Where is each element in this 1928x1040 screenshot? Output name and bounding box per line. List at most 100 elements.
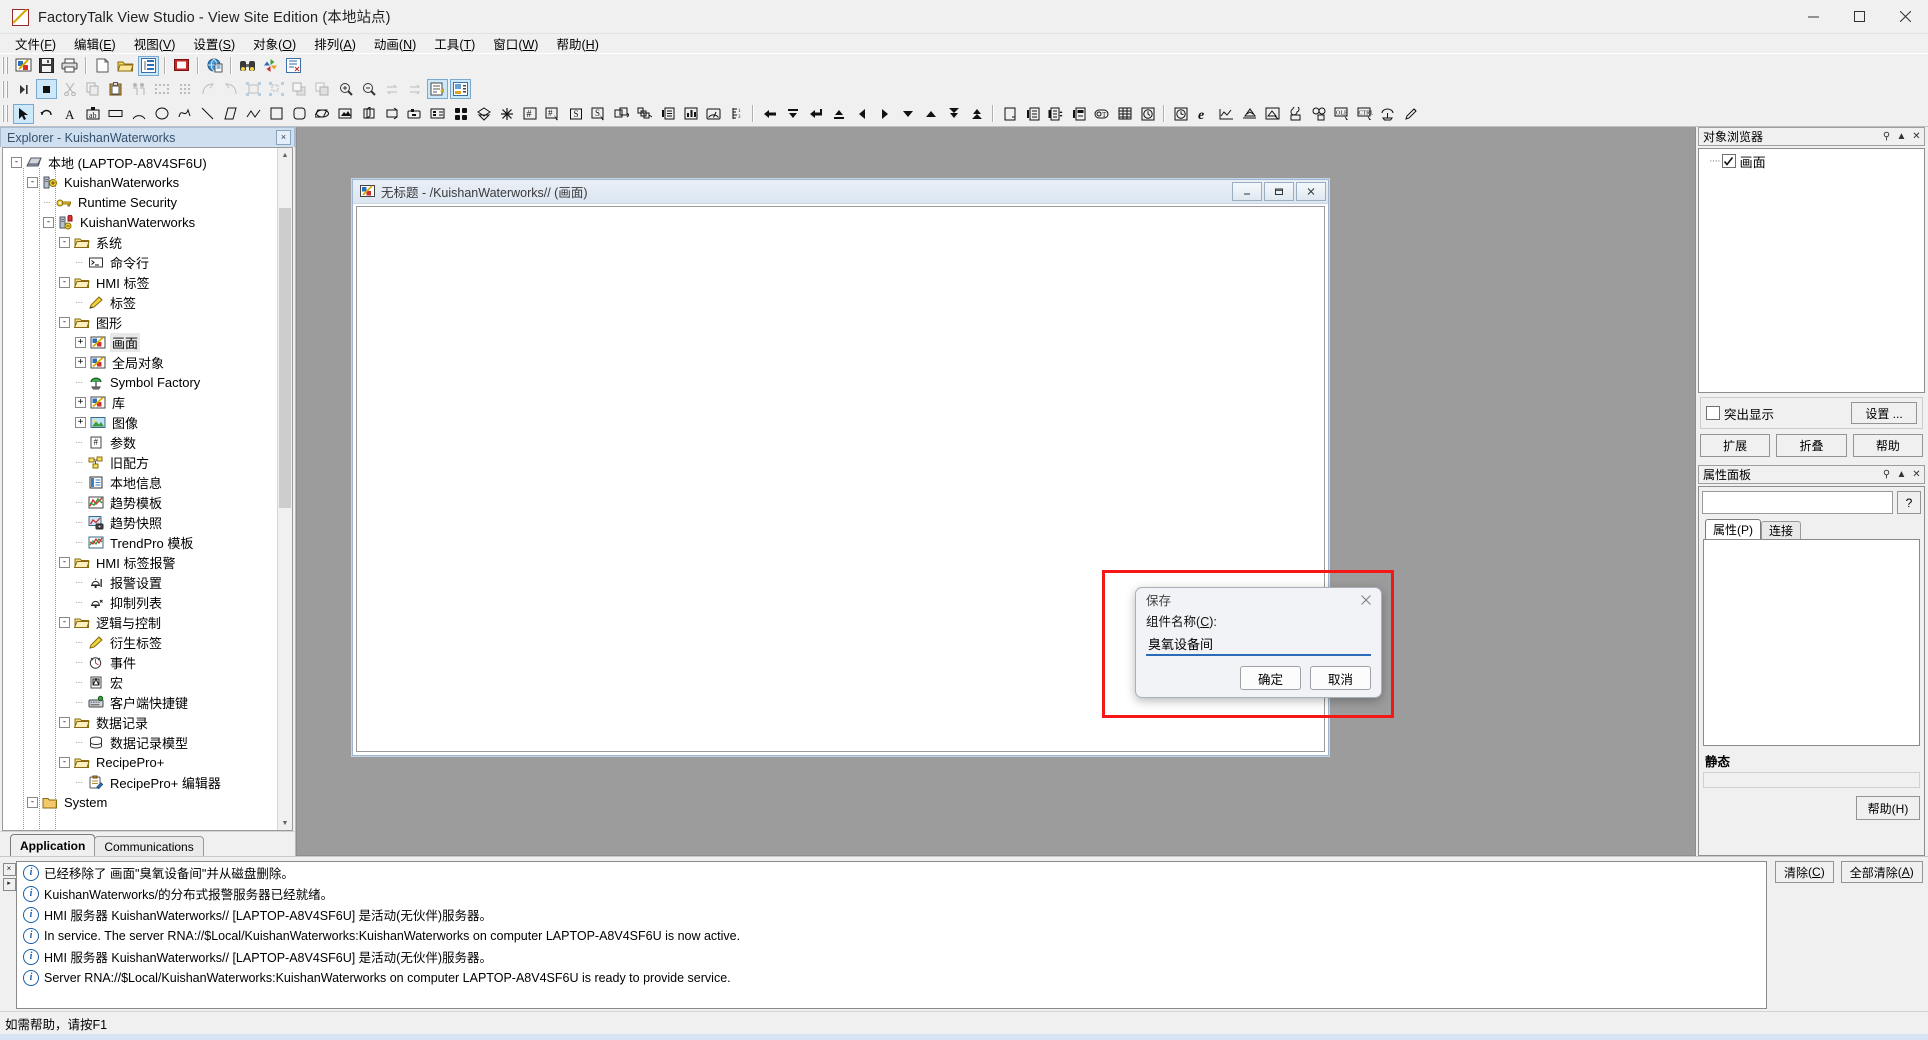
explorer-scrollbar[interactable]: ▲ ▼ [277, 148, 292, 830]
square-icon[interactable] [266, 104, 287, 124]
tree-node-33[interactable]: - System [3, 792, 292, 812]
pencil-icon[interactable] [1400, 104, 1421, 124]
document-restore-button[interactable] [1264, 182, 1294, 201]
open-folder-icon[interactable] [115, 56, 136, 76]
panel-icon[interactable] [358, 104, 379, 124]
tree-expander[interactable]: - [59, 616, 70, 628]
collapse-icon[interactable]: ▲ [1894, 467, 1909, 482]
paste-icon[interactable] [105, 79, 126, 99]
message-scroll-button[interactable]: ▸ [2, 878, 16, 891]
highlight-checkbox-row[interactable]: 突出显示 [1706, 404, 1851, 423]
alarm-summary-icon[interactable] [1262, 104, 1283, 124]
tree-node-16[interactable]: ··· 旧配方 [3, 452, 292, 472]
ellipse-icon[interactable] [151, 104, 172, 124]
scale-icon[interactable]: 13 [726, 104, 747, 124]
object-explorer-tree[interactable]: ···· 画面 [1698, 148, 1925, 393]
message-row[interactable]: i HMI 服务器 KuishanWaterworks// [LAPTOP-A8V… [17, 904, 1766, 925]
internet-explorer-icon[interactable]: e [1193, 104, 1214, 124]
scroll-down-arrow[interactable]: ▼ [278, 816, 292, 830]
clock-icon[interactable] [1137, 104, 1158, 124]
web-globe-icon[interactable] [204, 56, 225, 76]
diagnostics-icon[interactable] [283, 56, 304, 76]
tree-node-25[interactable]: ··· 衍生标签 [3, 632, 292, 652]
numeric-input-cursor-icon[interactable]: # [542, 104, 563, 124]
close-icon[interactable]: ✕ [1909, 129, 1924, 144]
oval-icon[interactable] [312, 104, 333, 124]
property-help-button[interactable]: 帮助(H) [1856, 796, 1920, 820]
diamond-valve-icon[interactable] [473, 104, 494, 124]
recipe-icon[interactable] [1285, 104, 1306, 124]
tree-expander[interactable]: - [59, 556, 70, 568]
save-icon[interactable] [36, 56, 57, 76]
gauge-icon[interactable] [703, 104, 724, 124]
rotate-icon[interactable] [36, 104, 57, 124]
properties-icon[interactable] [427, 79, 448, 99]
parallelogram-icon[interactable] [220, 104, 241, 124]
bring-front-icon[interactable] [289, 79, 310, 99]
tree-node-22[interactable]: ··· 报警设置 [3, 572, 292, 592]
page-icon[interactable] [999, 104, 1020, 124]
group-icon[interactable] [128, 79, 149, 99]
arrow-next-icon[interactable] [874, 104, 895, 124]
cancel-button[interactable]: 取消 [1310, 666, 1371, 690]
binoculars-icon[interactable] [237, 56, 258, 76]
alarm-banner-icon[interactable] [1239, 104, 1260, 124]
property-list[interactable] [1703, 539, 1920, 746]
tree-expander[interactable]: - [59, 716, 70, 728]
object-explorer-help-button[interactable]: 帮助 [1852, 434, 1923, 457]
tree-node-13[interactable]: + 库 [3, 392, 292, 412]
cut-icon[interactable] [59, 79, 80, 99]
tree-node-20[interactable]: ··· TrendPro 模板 [3, 532, 292, 552]
image-icon[interactable] [335, 104, 356, 124]
undo-arrows-icon[interactable] [404, 79, 425, 99]
tree-node-1[interactable]: - 本地 (LAPTOP-A8V4SF6U) [3, 152, 292, 172]
object-group-icon[interactable] [611, 104, 632, 124]
tree-node-24[interactable]: - 逻辑与控制 [3, 612, 292, 632]
window-maximize-button[interactable] [1836, 0, 1882, 33]
scroll-up-arrow[interactable]: ▲ [278, 148, 292, 162]
tree-node-15[interactable]: ··· # 参数 [3, 432, 292, 452]
arrow-up-icon[interactable] [920, 104, 941, 124]
trend-icon[interactable] [1216, 104, 1237, 124]
property-tab-1[interactable]: 属性(P) [1705, 519, 1761, 539]
arrow-up-double-icon[interactable] [966, 104, 987, 124]
close-icon[interactable] [1355, 590, 1377, 610]
tree-node-12[interactable]: ··· Symbol Factory [3, 372, 292, 392]
tree-node-23[interactable]: ··· 抑制列表 [3, 592, 292, 612]
tree-node-18[interactable]: ··· 趋势模板 [3, 492, 292, 512]
string-input-icon[interactable]: S [588, 104, 609, 124]
tree-expander[interactable]: + [75, 356, 86, 368]
clock2-icon[interactable] [1170, 104, 1191, 124]
list-indicator-icon[interactable] [657, 104, 678, 124]
message-list[interactable]: i 已经移除了 画面"臭氧设备间"并从磁盘删除。 i KuishanWaterwork… [16, 861, 1767, 1009]
redo-arrows-icon[interactable] [381, 79, 402, 99]
component-name-input[interactable] [1146, 633, 1371, 656]
toolbar-grip-2[interactable] [2, 80, 9, 98]
stop-test-icon[interactable] [36, 79, 57, 99]
menu-item-8[interactable]: 工具(T) [425, 33, 484, 54]
symbol-factory-icon[interactable] [1377, 104, 1398, 124]
collapse-icon[interactable]: ▲ [1894, 129, 1909, 144]
tree-expander[interactable]: - [11, 156, 22, 168]
explorer-toggle-icon[interactable] [138, 55, 159, 76]
unbend-icon[interactable] [220, 79, 241, 99]
text-box-icon[interactable]: ab [82, 104, 103, 124]
menu-item-10[interactable]: 帮助(H) [547, 33, 607, 54]
activex-control-icon[interactable]: CTRL [1354, 104, 1375, 124]
select-arrow-icon[interactable] [13, 103, 34, 124]
tree-expander[interactable]: - [43, 216, 54, 228]
table-icon[interactable] [1114, 104, 1135, 124]
message-row[interactable]: i HMI 服务器 KuishanWaterworks// [LAPTOP-A8V… [17, 946, 1766, 967]
tree-node-11[interactable]: + 全局对象 [3, 352, 292, 372]
new-file-icon[interactable] [92, 56, 113, 76]
tree-expander[interactable]: - [27, 176, 38, 188]
property-tab-2[interactable]: 连接 [1761, 521, 1802, 539]
tree-expander[interactable]: - [59, 316, 70, 328]
diagnostics-list-icon[interactable] [1308, 104, 1329, 124]
message-row[interactable]: i KuishanWaterworks/的分布式报警服务器已经就绪。 [17, 883, 1766, 904]
tree-node-6[interactable]: ··· 命令行 [3, 252, 292, 272]
menu-item-1[interactable]: 文件(F) [6, 33, 65, 54]
collapse-button[interactable]: 折叠 [1776, 434, 1847, 457]
polyline-icon[interactable] [243, 104, 264, 124]
expand-button[interactable]: 扩展 [1700, 434, 1771, 457]
